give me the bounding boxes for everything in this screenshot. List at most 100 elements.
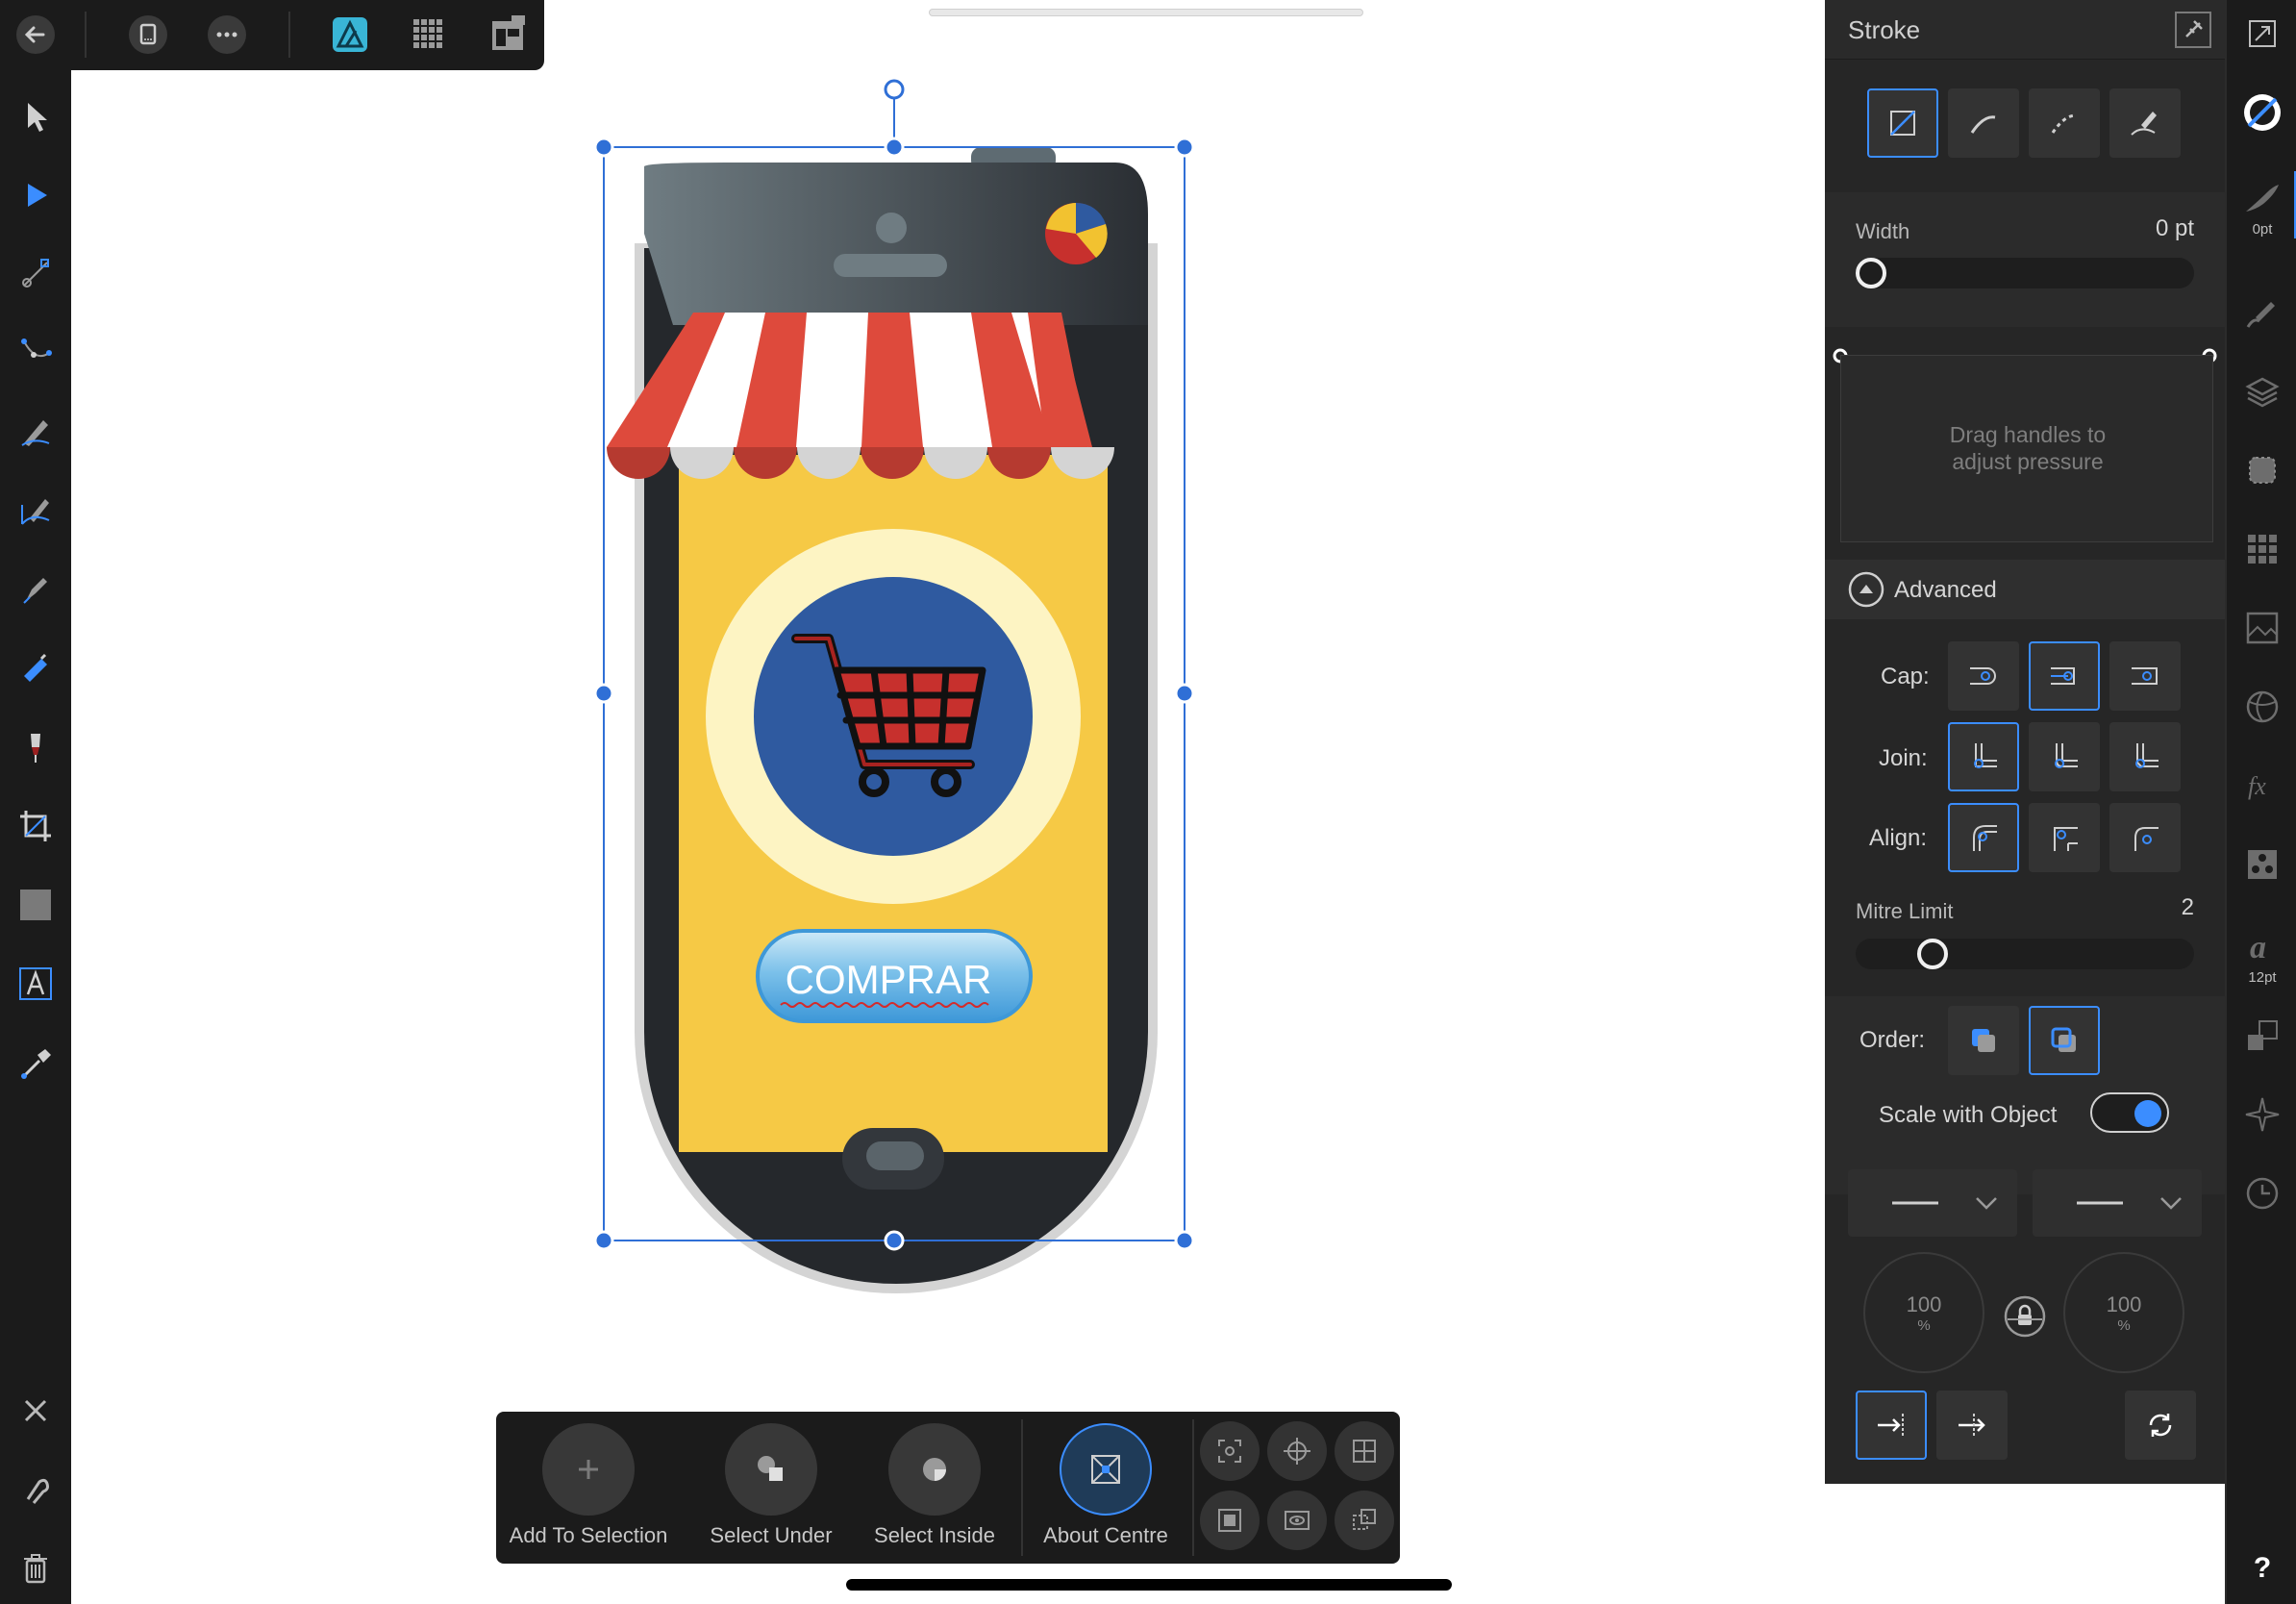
arrowhead-position-outside-button[interactable] <box>1856 1391 1927 1460</box>
point-transform-icon[interactable] <box>0 319 71 387</box>
trash-icon[interactable] <box>0 1535 71 1602</box>
shape-tool-icon[interactable] <box>0 871 71 939</box>
panel-header: Stroke <box>1825 0 2225 60</box>
brushes-icon[interactable] <box>2227 279 2296 346</box>
end-scale-unit: % <box>2117 1316 2131 1334</box>
navigator-icon[interactable] <box>2227 1081 2296 1148</box>
color-studio-icon[interactable] <box>2227 79 2296 146</box>
move-tool-icon[interactable] <box>0 83 71 150</box>
pin-panel-button[interactable] <box>2175 12 2211 48</box>
add-to-selection-button[interactable]: Add To Selection <box>502 1412 675 1564</box>
pixel-persona-icon[interactable] <box>406 12 452 58</box>
dashed-line-button[interactable] <box>2029 88 2100 158</box>
help-button[interactable]: ? <box>2227 1535 2296 1602</box>
advanced-toggle[interactable]: Advanced <box>1825 560 2225 619</box>
solid-line-icon <box>1970 115 1996 134</box>
mitre-limit-slider[interactable] <box>1856 939 2194 969</box>
pressure-graph[interactable]: Drag handles to adjust pressure <box>1840 355 2213 542</box>
gradient-icon[interactable] <box>2227 673 2296 740</box>
designer-persona-icon[interactable] <box>327 12 373 58</box>
brush-stroke-button[interactable] <box>2109 88 2181 158</box>
width-slider[interactable] <box>1856 258 2194 288</box>
rotation-handle <box>884 79 905 100</box>
vector-brush-icon[interactable] <box>0 477 71 544</box>
link-scales-button[interactable] <box>2004 1295 2046 1338</box>
fill-tool-icon[interactable] <box>0 635 71 702</box>
swap-arrowheads-button[interactable] <box>2125 1391 2196 1460</box>
join-miter-button[interactable] <box>1948 722 2019 791</box>
help-icon: ? <box>2253 1552 2272 1584</box>
snapping-icon[interactable] <box>0 1456 71 1523</box>
about-centre-button[interactable]: About Centre <box>1035 1412 1177 1564</box>
close-icon[interactable] <box>0 1377 71 1444</box>
browser-logo-icon <box>1045 202 1108 264</box>
mitre-limit-slider-knob[interactable] <box>1917 939 1948 969</box>
order-front-button[interactable] <box>2029 1006 2100 1075</box>
text-tool-icon[interactable] <box>0 950 71 1017</box>
stroke-studio-button[interactable]: 0pt <box>2227 162 2296 254</box>
align-outside-button[interactable] <box>2109 803 2181 872</box>
toolbar-separator <box>288 12 290 58</box>
line-and-chevron-down-icon <box>1892 1197 1997 1210</box>
node-tool-icon[interactable] <box>0 162 71 229</box>
image-icon[interactable] <box>2227 594 2296 662</box>
history-icon[interactable] <box>2227 1160 2296 1227</box>
transform-origin-icon[interactable] <box>1200 1421 1260 1481</box>
end-arrowhead-scale-dial[interactable]: 100 % <box>2063 1252 2184 1373</box>
align-center-button[interactable] <box>1948 803 2019 872</box>
duplicate-transform-icon[interactable] <box>1335 1491 1394 1550</box>
text-styles-button[interactable]: a 12pt <box>2227 910 2296 1002</box>
transform-icon[interactable] <box>2227 1002 2296 1069</box>
pin-icon <box>2185 20 2203 38</box>
width-value[interactable]: 0 pt <box>2156 215 2194 242</box>
top-grabber[interactable] <box>929 9 1363 16</box>
width-slider-knob[interactable] <box>1856 258 1886 288</box>
color-picker-icon[interactable] <box>0 1029 71 1096</box>
canvas[interactable]: COMPRAR <box>71 70 1825 1604</box>
crop-tool-icon[interactable] <box>0 792 71 860</box>
scale-with-object-toggle[interactable] <box>2090 1092 2169 1133</box>
order-behind-button[interactable] <box>1948 1006 2019 1075</box>
join-bevel-button[interactable] <box>2109 722 2181 791</box>
layers-icon[interactable] <box>2227 358 2296 425</box>
select-under-button[interactable]: Select Under <box>694 1412 848 1564</box>
symbols-icon[interactable] <box>2227 831 2296 898</box>
no-stroke-button[interactable] <box>1867 88 1938 158</box>
distribute-icon[interactable] <box>1335 1421 1394 1481</box>
fullscreen-icon[interactable] <box>2227 0 2296 67</box>
bounding-box-icon[interactable] <box>1200 1491 1260 1550</box>
start-arrowhead-dropdown[interactable] <box>1848 1169 2017 1237</box>
cap-label: Cap: <box>1881 664 1930 689</box>
transparency-tool-icon[interactable] <box>0 714 71 781</box>
toggle-knob <box>2134 1100 2161 1127</box>
cap-butt-button[interactable] <box>1948 641 2019 711</box>
top-toolbar <box>0 0 544 70</box>
export-persona-icon[interactable] <box>485 12 531 58</box>
arrowhead-position-inside-button[interactable] <box>1936 1391 2008 1460</box>
align-label: Align: <box>1869 825 1928 851</box>
corner-tool-icon[interactable] <box>0 240 71 308</box>
cap-round-button[interactable] <box>2029 641 2100 711</box>
miter-join-icon <box>1974 743 1997 768</box>
swatches-icon[interactable] <box>2227 515 2296 583</box>
crosshair-icon[interactable] <box>1267 1421 1327 1481</box>
pen-tool-icon[interactable] <box>0 556 71 623</box>
document-icon[interactable] <box>125 12 171 58</box>
pencil-tool-icon[interactable] <box>0 398 71 465</box>
pressure-hint-line-2: adjust pressure <box>1952 449 2104 474</box>
start-arrowhead-scale-dial[interactable]: 100 % <box>1863 1252 1984 1373</box>
phone-shop-artwork[interactable]: COMPRAR <box>71 70 1825 1604</box>
lock-icon <box>2004 1295 2046 1338</box>
fx-icon[interactable]: fx <box>2227 752 2296 819</box>
select-inside-button[interactable]: Select Inside <box>863 1412 1006 1564</box>
join-round-button[interactable] <box>2029 722 2100 791</box>
svg-text:fx: fx <box>2248 772 2266 800</box>
more-icon[interactable] <box>204 12 250 58</box>
appearance-icon[interactable] <box>2227 437 2296 504</box>
align-inside-button[interactable] <box>2029 803 2100 872</box>
end-arrowhead-dropdown[interactable] <box>2033 1169 2202 1237</box>
preview-icon[interactable] <box>1267 1491 1327 1550</box>
mitre-limit-value[interactable]: 2 <box>2182 894 2194 921</box>
cap-square-button[interactable] <box>2109 641 2181 711</box>
solid-line-button[interactable] <box>1948 88 2019 158</box>
